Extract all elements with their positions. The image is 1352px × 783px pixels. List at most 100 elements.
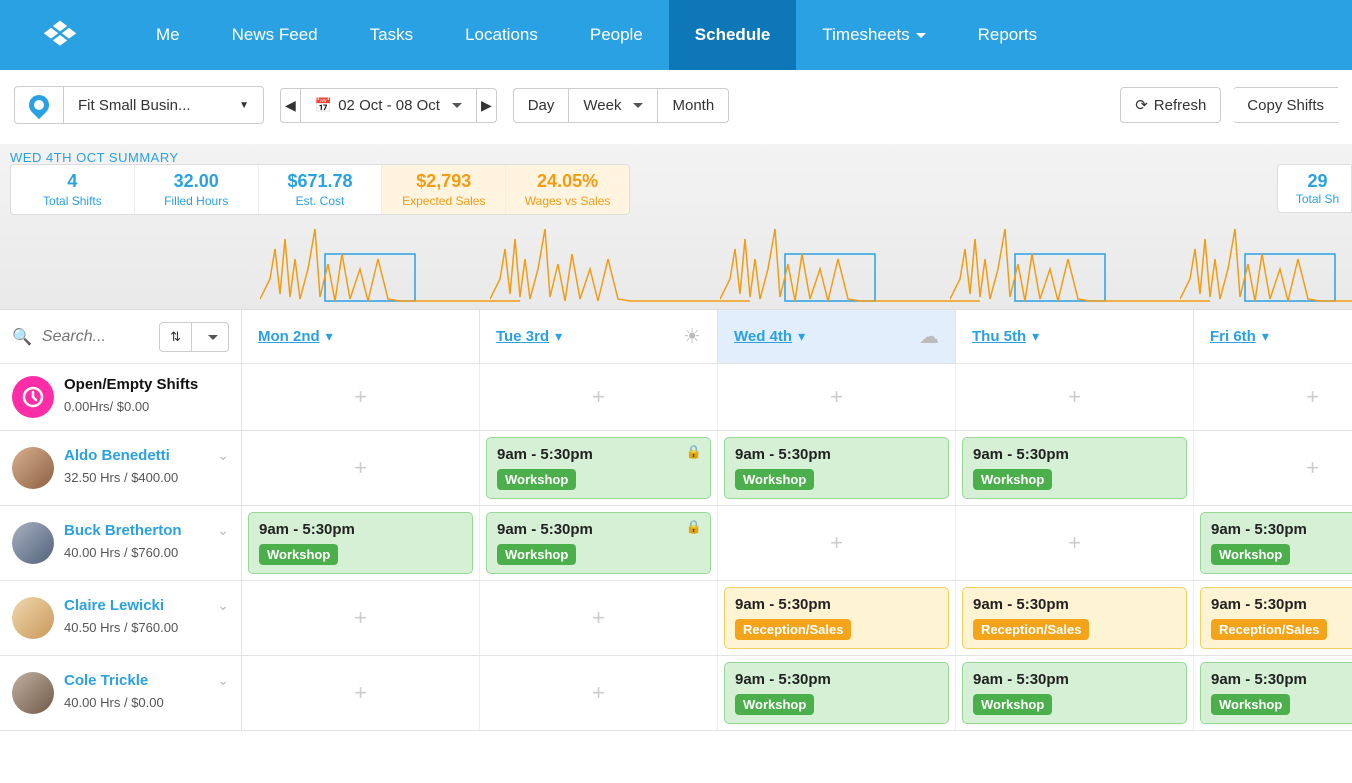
nav-item-me[interactable]: Me [130, 0, 206, 70]
day-header[interactable]: Mon 2nd▾ [242, 310, 480, 363]
caret-down-icon: ▾ [555, 328, 562, 345]
shift-cell[interactable]: + [480, 656, 718, 730]
day-link[interactable]: Tue 3rd [496, 328, 549, 345]
nav-item-tasks[interactable]: Tasks [344, 0, 439, 70]
shift-block[interactable]: 9am - 5:30pm Workshop [1200, 512, 1352, 574]
shift-block[interactable]: 🔒9am - 5:30pmWorkshop [486, 437, 711, 499]
chevron-down-icon[interactable]: ⌄ [217, 672, 229, 689]
shift-cell[interactable]: 9am - 5:30pm Workshop [1194, 506, 1352, 580]
nav-item-timesheets[interactable]: Timesheets [796, 0, 951, 70]
nav-item-people[interactable]: People [564, 0, 669, 70]
nav-item-schedule[interactable]: Schedule [669, 0, 797, 70]
shift-cell[interactable]: 🔒9am - 5:30pmWorkshop [480, 506, 718, 580]
employee-row: Aldo Benedetti32.50 Hrs / $400.00⌄+🔒9am … [0, 431, 1352, 506]
nav-item-locations[interactable]: Locations [439, 0, 564, 70]
chevron-down-icon[interactable]: ⌄ [217, 522, 229, 539]
employee-cell[interactable]: Claire Lewicki40.50 Hrs / $760.00⌄ [0, 581, 242, 655]
shift-block[interactable]: 9am - 5:30pmReception/Sales [962, 587, 1187, 649]
shift-time: 9am - 5:30pm [973, 671, 1176, 688]
cloud-icon: ☁ [919, 324, 939, 349]
shift-cell[interactable]: + [718, 506, 956, 580]
avatar [12, 672, 54, 714]
shift-time: 9am - 5:30pm [1211, 521, 1352, 538]
shift-cell[interactable]: 9am - 5:30pmWorkshop [956, 656, 1194, 730]
shift-cell[interactable]: + [480, 581, 718, 655]
day-link[interactable]: Wed 4th [734, 328, 792, 345]
day-header[interactable]: Wed 4th ▾ ☁ [718, 310, 956, 363]
employee-hours: 32.50 Hrs / $400.00 [64, 470, 178, 485]
day-link[interactable]: Thu 5th [972, 328, 1026, 345]
date-prev-button[interactable]: ◀ [280, 88, 301, 123]
shift-cell[interactable]: + [480, 364, 718, 430]
shift-cell[interactable]: + [242, 364, 480, 430]
nav-item-reports[interactable]: Reports [952, 0, 1064, 70]
shift-block[interactable]: 9am - 5:30pmWorkshop [962, 662, 1187, 724]
shift-cell[interactable]: + [1194, 364, 1352, 430]
refresh-button[interactable]: ⟳Refresh [1120, 87, 1221, 123]
employee-cell[interactable]: Cole Trickle40.00 Hrs / $0.00⌄ [0, 656, 242, 730]
sort-button[interactable]: ⇅ [159, 322, 192, 352]
shift-cell[interactable]: + [718, 364, 956, 430]
shift-cell[interactable]: 9am - 5:30pmWorkshop [718, 656, 956, 730]
location-select[interactable]: Fit Small Busin... ▼ [64, 86, 264, 124]
shift-block[interactable]: 9am - 5:30pmWorkshop [724, 437, 949, 499]
grid-header: 🔍 ⇅ Mon 2nd▾Tue 3rd▾☀Wed 4th▾☁Thu 5th▾Fr… [0, 310, 1352, 364]
shift-cell[interactable]: + [956, 364, 1194, 430]
employee-cell[interactable]: Buck Bretherton40.00 Hrs / $760.00⌄ [0, 506, 242, 580]
shift-cell[interactable]: + [242, 581, 480, 655]
location-pin-button[interactable] [14, 86, 64, 124]
shift-block[interactable]: 9am - 5:30pmWorkshop [724, 662, 949, 724]
shift-cell[interactable]: 9am - 5:30pmWorkshop [718, 431, 956, 505]
shift-block[interactable]: 9am - 5:30pmReception/Sales [1200, 587, 1352, 649]
view-month-button[interactable]: Month [658, 88, 729, 123]
shift-time: 9am - 5:30pm [1211, 596, 1352, 613]
logo[interactable] [40, 15, 80, 55]
shift-tag: Workshop [1211, 544, 1290, 565]
chevron-down-icon[interactable]: ⌄ [217, 597, 229, 614]
search-input[interactable] [42, 328, 142, 346]
avatar [12, 522, 54, 564]
caret-down-icon: ▾ [798, 328, 805, 345]
shift-block[interactable]: 9am - 5:30pmWorkshop [248, 512, 473, 574]
date-next-button[interactable]: ▶ [477, 88, 497, 123]
shift-cell[interactable]: + [242, 431, 480, 505]
view-week-button[interactable]: Week [569, 88, 658, 123]
employee-cell[interactable]: Aldo Benedetti 32.50 Hrs / $400.00 ⌄ [0, 431, 242, 505]
shift-block[interactable]: 9am - 5:30pmWorkshop [1200, 662, 1352, 724]
shift-cell[interactable]: + [956, 506, 1194, 580]
shift-block[interactable]: 9am - 5:30pmReception/Sales [724, 587, 949, 649]
employee-name: Claire Lewicki [64, 597, 178, 614]
shift-cell[interactable]: 9am - 5:30pmReception/Sales [718, 581, 956, 655]
employee-name: Aldo Benedetti [64, 447, 178, 464]
chevron-down-icon[interactable]: ⌄ [217, 447, 229, 464]
shift-cell[interactable]: + [242, 656, 480, 730]
shift-cell[interactable]: 9am - 5:30pmWorkshop [242, 506, 480, 580]
add-shift-icon: + [592, 680, 605, 706]
shift-cell[interactable]: + [1194, 431, 1352, 505]
shift-cell[interactable]: 9am - 5:30pmReception/Sales [1194, 581, 1352, 655]
view-day-button[interactable]: Day [513, 88, 570, 123]
shift-cell[interactable]: 9am - 5:30pmReception/Sales [956, 581, 1194, 655]
shift-block[interactable]: 🔒9am - 5:30pmWorkshop [486, 512, 711, 574]
summary-box[interactable]: 24.05%Wages vs Sales [506, 165, 629, 214]
summary-box[interactable]: 32.00Filled Hours [135, 165, 259, 214]
nav-item-news-feed[interactable]: News Feed [206, 0, 344, 70]
shift-cell[interactable]: 🔒9am - 5:30pmWorkshop [480, 431, 718, 505]
lock-icon: 🔒 [686, 444, 702, 460]
employee-cell[interactable]: Open/Empty Shifts0.00Hrs/ $0.00 [0, 364, 242, 430]
summary-box[interactable]: $2,793Expected Sales [382, 165, 506, 214]
shift-cell[interactable]: 9am - 5:30pmWorkshop [1194, 656, 1352, 730]
shift-cell[interactable]: 9am - 5:30pmWorkshop [956, 431, 1194, 505]
date-range-button[interactable]: 📅 02 Oct - 08 Oct [301, 88, 477, 123]
day-header[interactable]: Fri 6th▾ [1194, 310, 1352, 363]
sort-dropdown-button[interactable] [192, 322, 229, 352]
summary-box[interactable]: $671.78Est. Cost [259, 165, 383, 214]
day-header[interactable]: Tue 3rd▾☀ [480, 310, 718, 363]
day-header[interactable]: Thu 5th▾ [956, 310, 1194, 363]
summary-box[interactable]: 4Total Shifts [11, 165, 135, 214]
shift-block[interactable]: 9am - 5:30pmWorkshop [962, 437, 1187, 499]
shift-time: 9am - 5:30pm [973, 596, 1176, 613]
copy-shifts-button[interactable]: Copy Shifts [1233, 87, 1338, 123]
day-link[interactable]: Mon 2nd [258, 328, 320, 345]
day-link[interactable]: Fri 6th [1210, 328, 1256, 345]
